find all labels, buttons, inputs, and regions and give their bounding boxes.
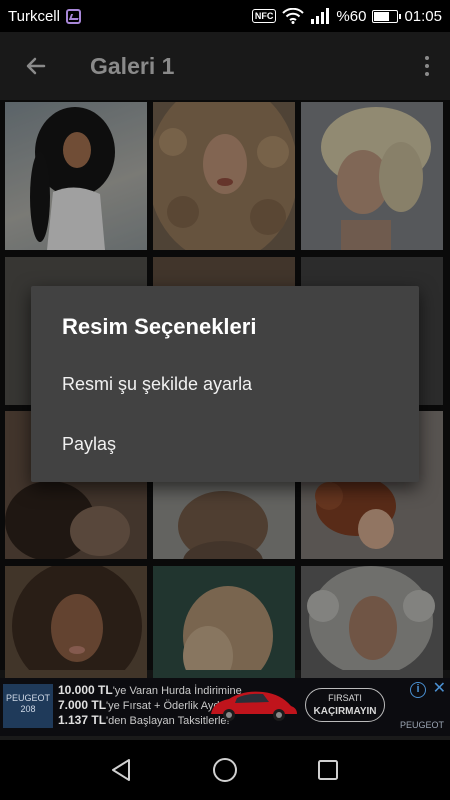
battery-percent: %60 <box>336 7 367 25</box>
signal-icon <box>311 8 330 24</box>
image-options-dialog: Resim Seçenekleri Resmi şu şekilde ayarl… <box>31 286 419 482</box>
app-bar: Galeri 1 <box>0 32 450 100</box>
set-image-as-option[interactable]: Resmi şu şekilde ayarla <box>31 356 419 412</box>
dialog-title: Resim Seçenekleri <box>62 314 257 339</box>
ad-cta-line-1: FIRSATI <box>328 693 362 703</box>
ad-close-icon[interactable]: ✕ <box>433 680 446 698</box>
car-image <box>211 691 297 721</box>
share-option[interactable]: Paylaş <box>31 416 419 472</box>
status-icons: NFC %60 01:05 <box>251 7 442 25</box>
ad-offer-amount-3: 1.137 TL <box>58 713 107 727</box>
system-nav-bar <box>0 740 450 800</box>
status-bar: Turkcell NFC %60 01:05 <box>0 0 450 32</box>
arrow-left-icon[interactable] <box>18 48 54 84</box>
ad-offer-amount-2: 7.000 TL <box>58 698 107 712</box>
clock: 01:05 <box>404 7 442 25</box>
nav-home-icon[interactable] <box>205 750 245 790</box>
ad-offer-amount-1: 10.000 TL <box>58 683 113 697</box>
ad-cta-line-2: KAÇIRMAYIN <box>313 706 377 717</box>
wifi-icon <box>282 8 305 24</box>
dialog-item-label: Paylaş <box>62 433 117 454</box>
nav-recents-icon[interactable] <box>308 750 348 790</box>
ad-cta-button[interactable]: FIRSATI KAÇIRMAYIN <box>305 688 385 722</box>
gallery-notification-icon <box>65 8 81 24</box>
nav-back-icon[interactable] <box>102 750 142 790</box>
screen: Turkcell NFC %60 01:05 Galeri 1 PEUGEOT … <box>0 0 450 800</box>
ad-brand-right: PEUGEOT <box>399 720 444 730</box>
ad-banner[interactable]: PEUGEOT 208 10.000 TL'ye Varan Hurda İnd… <box>0 678 450 736</box>
page-title: Galeri 1 <box>90 52 175 79</box>
carrier-name: Turkcell <box>8 7 60 25</box>
battery-icon <box>372 9 402 23</box>
ad-info-icon[interactable]: i <box>410 682 426 698</box>
more-vert-icon[interactable] <box>420 51 434 81</box>
ad-brand-logo: PEUGEOT 208 <box>3 684 53 728</box>
nfc-icon: NFC <box>251 9 277 23</box>
dialog-item-label: Resmi şu şekilde ayarla <box>62 373 253 394</box>
